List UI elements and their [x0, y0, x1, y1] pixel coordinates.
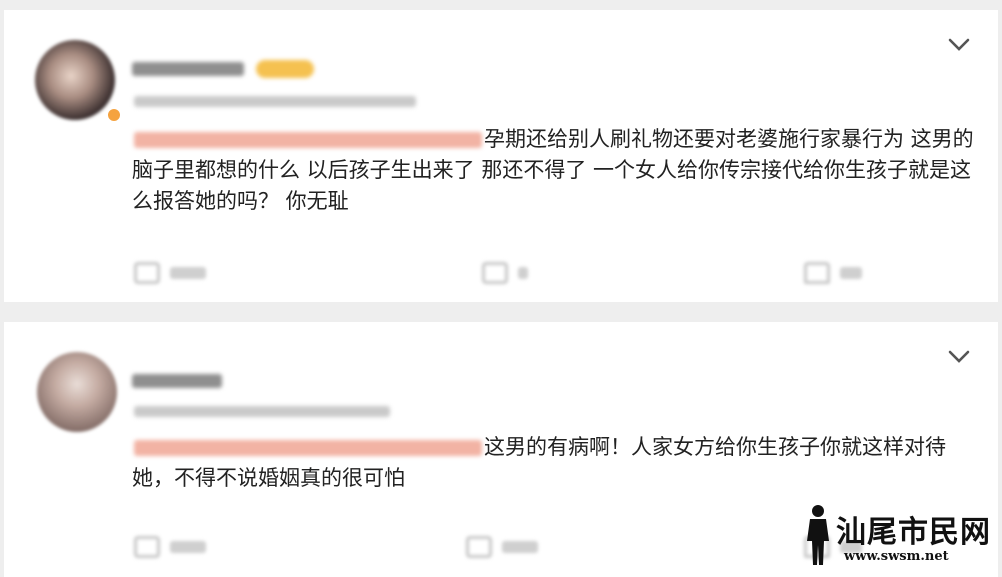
chevron-down-icon[interactable] [948, 38, 970, 52]
watermark-text: 汕尾市民网 [836, 515, 991, 550]
chevron-down-icon[interactable] [948, 350, 970, 364]
username[interactable] [132, 62, 244, 76]
verified-badge-icon [106, 107, 122, 123]
comment-meta [134, 96, 416, 107]
share-button[interactable] [134, 536, 206, 558]
person-silhouette-icon [807, 505, 829, 565]
share-button[interactable] [134, 262, 206, 284]
like-button[interactable] [804, 262, 862, 284]
avatar[interactable] [35, 40, 115, 120]
avatar[interactable] [37, 352, 117, 432]
comment-text: 孕期还给别人刷礼物还要对老婆施行家暴行为 这男的脑子里都想的什么 以后孩子生出来… [132, 127, 974, 213]
site-watermark: 汕尾市民网 www.swsm.net [802, 501, 992, 571]
watermark-url: www.swsm.net [844, 549, 949, 564]
comment-button[interactable] [482, 262, 528, 284]
comment-card: 孕期还给别人刷礼物还要对老婆施行家暴行为 这男的脑子里都想的什么 以后孩子生出来… [4, 10, 998, 302]
comment-button[interactable] [466, 536, 538, 558]
comment-text: 这男的有病啊！人家女方给你生孩子你就这样对待她，不得不说婚姻真的很可怕 [132, 435, 946, 490]
vip-badge-icon [256, 60, 314, 78]
username[interactable] [132, 374, 222, 388]
comment-meta [134, 406, 390, 417]
